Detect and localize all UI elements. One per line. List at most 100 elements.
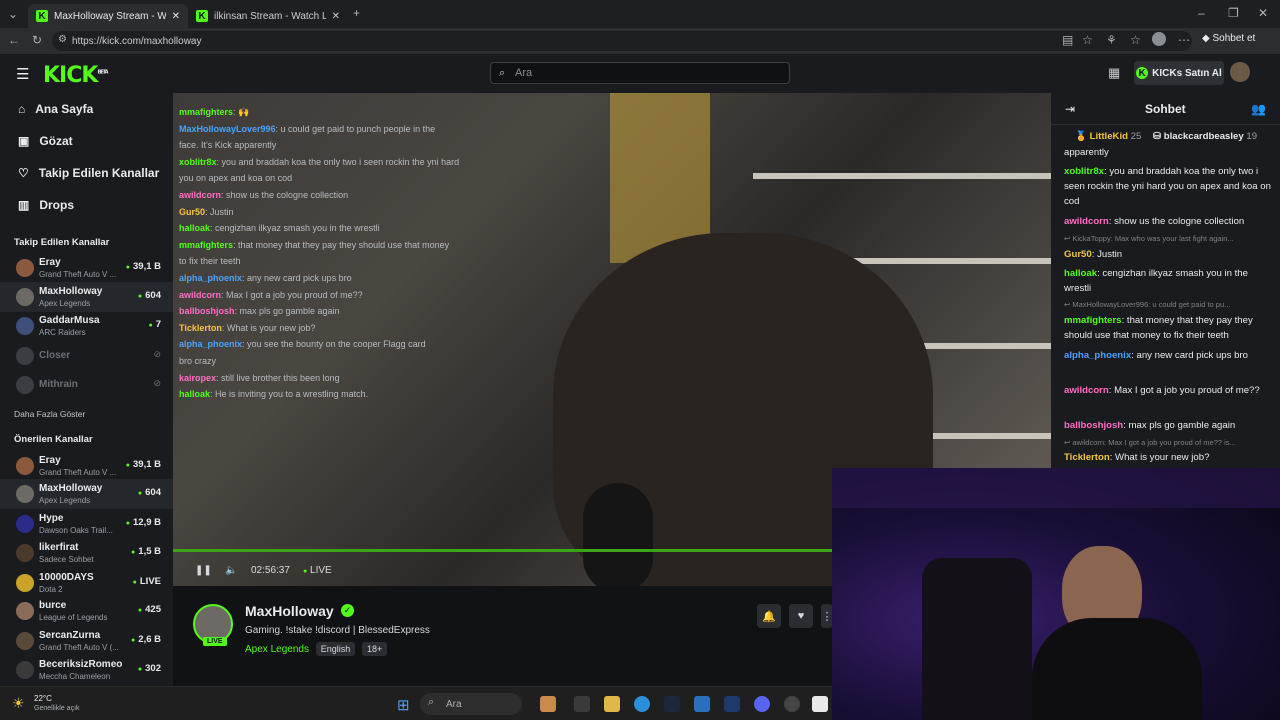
show-more-link[interactable]: Daha Fazla Göster [14, 409, 85, 419]
chat-username[interactable]: halloak [1064, 268, 1097, 279]
discord-icon[interactable] [754, 696, 770, 712]
task-view-icon[interactable] [574, 696, 590, 712]
live-indicator[interactable]: ● LIVE [303, 565, 332, 576]
search-input[interactable]: ⌕ Ara [490, 62, 790, 84]
overlay-chat-line: mmafighters: that money that they pay th… [179, 240, 449, 250]
live-dot-icon: ● [303, 568, 308, 575]
overlay-chat-user: Ticklerton [179, 322, 222, 333]
recommended-channel-item[interactable]: 10000DAYS Dota 2 LIVE [0, 568, 173, 598]
volume-icon[interactable]: 🔈 [225, 565, 237, 576]
kick-logo[interactable]: KICKBETA [43, 63, 109, 88]
recommended-channel-item[interactable]: Hype Dawson Oaks Trail... 12,9 B [0, 509, 173, 539]
tag-mature[interactable]: 18+ [362, 642, 388, 656]
chat-username[interactable]: xoblitr8x [1064, 166, 1104, 177]
close-tab-icon[interactable]: ✕ [172, 11, 180, 22]
recommended-channel-item[interactable]: burce League of Legends 425 [0, 596, 173, 626]
file-explorer-icon[interactable] [604, 696, 620, 712]
nav-label: Takip Edilen Kanallar [38, 166, 160, 180]
category-link[interactable]: Apex Legends [245, 644, 309, 655]
chat-users-icon[interactable]: 👥 [1251, 102, 1266, 116]
buy-kicks-button[interactable]: K KICKs Satın Al [1134, 61, 1224, 85]
nav-following[interactable]: ♡ Takip Edilen Kanallar [18, 166, 159, 180]
site-info-icon[interactable]: ⚙ [58, 34, 67, 45]
recommended-channel-item[interactable]: Eray Grand Theft Auto V ... 39,1 B [0, 451, 173, 481]
recommended-channel-item[interactable]: MaxHolloway Apex Legends 604 [0, 479, 173, 509]
chat-username[interactable]: alpha_phoenix [1064, 350, 1131, 361]
chat-username[interactable]: Gur50 [1064, 249, 1092, 260]
browser-tab-active[interactable]: K MaxHolloway Stream - Watch Live ✕ [28, 4, 188, 28]
notification-bell-button[interactable]: 🔔 [757, 604, 781, 628]
overlay-chat-text: : max pls go gamble again [234, 306, 340, 317]
nav-drops[interactable]: ▥ Drops [18, 198, 74, 212]
collections-icon[interactable]: ☆ [1130, 33, 1141, 47]
followed-channel-item-offline[interactable]: Mithrain ⊘ [0, 370, 173, 400]
drops-icon: ▥ [18, 198, 30, 212]
weather-icon[interactable]: ☀ [12, 695, 25, 712]
followed-channels-heading: Takip Edilen Kanallar [14, 237, 110, 248]
pinned-gifter[interactable]: 🏅 LittleKid 25 [1075, 131, 1141, 142]
followed-channel-item-offline[interactable]: Closer ⊘ [0, 341, 173, 371]
offline-icon: ⊘ [153, 378, 161, 388]
reading-mode-icon[interactable]: ▤ [1062, 33, 1073, 47]
news-widget-icon[interactable] [540, 696, 556, 712]
overlay-chat-line: kairopex: still live brother this been l… [179, 373, 340, 383]
close-window-icon[interactable]: ✕ [1258, 6, 1268, 20]
minimize-icon[interactable]: – [1198, 6, 1205, 20]
pinned-gifter[interactable]: ⛁ blackcardbeasley 19 [1153, 131, 1257, 142]
close-tab-icon[interactable]: ✕ [332, 11, 340, 22]
app-icon[interactable] [694, 696, 710, 712]
chat-username[interactable]: Ticklerton [1064, 452, 1110, 463]
favorite-star-icon[interactable]: ☆ [1082, 33, 1093, 47]
tab-list-icon[interactable]: ⌄ [8, 7, 18, 21]
app-icon[interactable] [812, 696, 828, 712]
more-menu-icon[interactable]: ⋯ [1178, 33, 1190, 47]
overlay-chat-user: awildcorn [179, 289, 222, 300]
windows-start-icon[interactable]: ⊞ [397, 696, 410, 714]
user-avatar[interactable] [1230, 62, 1250, 82]
chat-username[interactable]: mmafighters [1064, 315, 1122, 326]
overlay-chat-text: : Max I got a job you proud of me?? [221, 289, 363, 300]
nav-browse[interactable]: ▣ Gözat [18, 134, 73, 148]
chat-text: : show us the cologne collection [1108, 216, 1245, 227]
tag-language[interactable]: English [315, 642, 356, 656]
back-icon[interactable]: ← [8, 33, 20, 47]
recommended-channel-item[interactable]: SercanZurna Grand Theft Auto V (... 2,6 … [0, 626, 173, 656]
windows-taskbar: ☀ 22°C Genellikle açık ⊞ ⌕ Ara [0, 686, 832, 720]
profile-avatar[interactable] [1152, 32, 1166, 46]
followed-channel-item[interactable]: GaddarMusa ARC Raiders 7 [0, 311, 173, 341]
chat-username[interactable]: awildcorn [1064, 385, 1109, 396]
taskbar-search[interactable]: ⌕ Ara [420, 693, 522, 715]
recommended-channel-item[interactable]: likerfirat Sadece Sohbet 1,5 B [0, 538, 173, 568]
maximize-icon[interactable]: ❐ [1228, 6, 1239, 20]
url-field[interactable]: https://kick.com/maxholloway [52, 31, 1192, 51]
extensions-icon[interactable]: ⚘ [1106, 33, 1117, 47]
edge-browser-icon[interactable] [634, 696, 650, 712]
pause-icon[interactable]: ❚❚ [195, 565, 212, 576]
recommended-channel-item[interactable]: BeceriksizRomeo Meccha Chameleon 302 [0, 655, 173, 685]
chat-username[interactable]: awildcorn [1064, 216, 1109, 227]
menu-hamburger-icon[interactable]: ☰ [16, 65, 29, 83]
channel-avatar [16, 544, 34, 562]
browser-tab[interactable]: K ilkinsan Stream - Watch Live on Ki ✕ [188, 4, 348, 28]
chat-username[interactable]: ballboshjosh [1064, 420, 1123, 431]
overlay-chat-text: : you see the bounty on the cooper Flagg… [242, 339, 426, 350]
overlay-chat-text: : still live brother this been long [216, 372, 340, 383]
nav-home[interactable]: ⌂ Ana Sayfa [18, 102, 93, 116]
tab-title: MaxHolloway Stream - Watch Live [54, 10, 166, 22]
vscode-icon[interactable] [724, 696, 740, 712]
steam-icon[interactable] [664, 696, 680, 712]
chat-message: Gur50: Justin [1064, 247, 1274, 262]
gifts-icon[interactable]: ▦ [1108, 65, 1120, 81]
followed-channel-item[interactable]: MaxHolloway Apex Legends 604 [0, 282, 173, 312]
new-tab-icon[interactable]: + [353, 6, 360, 20]
copilot-button[interactable]: ◆ Sohbet et [1202, 33, 1255, 44]
overlay-chat-line: xoblitr8x: you and braddah koa the only … [179, 157, 459, 167]
channel-name-title[interactable]: MaxHolloway [245, 603, 334, 619]
reload-icon[interactable]: ↻ [32, 33, 42, 47]
channel-name: MaxHolloway [39, 483, 103, 494]
collapse-chat-icon[interactable]: ⇥ [1065, 102, 1075, 116]
obs-icon[interactable] [784, 696, 800, 712]
followed-channel-item[interactable]: Eray Grand Theft Auto V ... 39,1 B [0, 253, 173, 283]
follow-heart-button[interactable]: ♥ [789, 604, 813, 628]
chat-text: : Max I got a job you proud of me?? [1108, 385, 1260, 396]
